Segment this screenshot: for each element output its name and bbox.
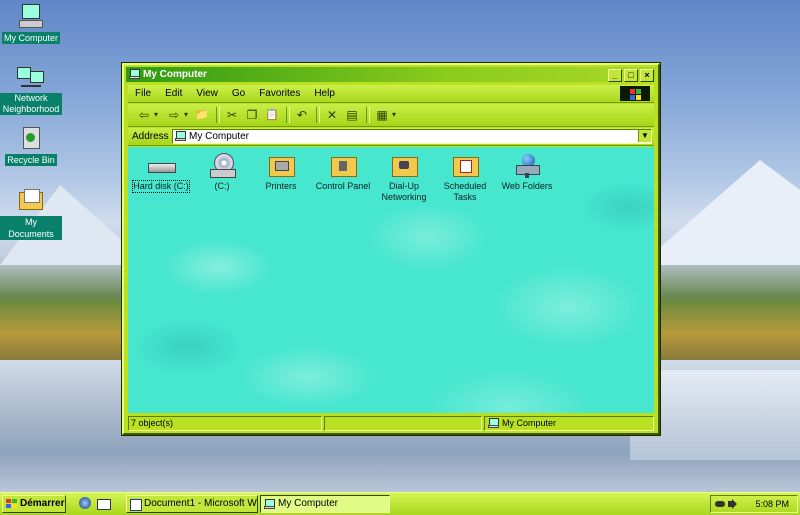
toolbar-separator — [216, 107, 220, 123]
address-dropdown-icon[interactable]: ▼ — [638, 130, 651, 142]
speaker-icon[interactable] — [727, 499, 737, 509]
network-icon — [15, 63, 47, 93]
scheduler-icon[interactable] — [715, 499, 725, 509]
my-computer-window: My Computer _ □ × File Edit View Go Favo… — [122, 63, 660, 435]
status-bar: 7 object(s) My Computer — [128, 415, 654, 431]
toolbar-separator — [316, 107, 320, 123]
item-control-panel[interactable]: Control Panel — [312, 153, 374, 192]
toolbar-separator — [286, 107, 290, 123]
status-panel-empty — [324, 416, 482, 431]
printers-folder-icon — [267, 153, 295, 179]
menu-bar: File Edit View Go Favorites Help — [128, 85, 654, 103]
wallpaper-mountain — [640, 160, 800, 265]
close-button[interactable]: × — [640, 69, 654, 82]
dialup-folder-icon — [390, 153, 418, 179]
desktop-icon-my-computer[interactable]: My Computer — [0, 2, 62, 44]
undo-icon[interactable]: ↶ — [294, 107, 310, 123]
forward-dropdown-icon[interactable]: ▾ — [182, 107, 190, 123]
status-location: My Computer — [484, 416, 654, 431]
maximize-button[interactable]: □ — [624, 69, 638, 82]
hard-disk-icon — [147, 153, 176, 179]
views-icon[interactable]: ▦ — [374, 107, 390, 123]
forward-arrow-icon[interactable]: ⇨ — [166, 107, 182, 123]
up-folder-icon[interactable]: 📁 — [194, 107, 210, 123]
item-scheduled-tasks[interactable]: Scheduled Tasks — [434, 153, 496, 203]
internet-explorer-icon[interactable] — [78, 496, 92, 510]
copy-icon[interactable]: ❐ — [244, 107, 260, 123]
web-folders-icon — [513, 153, 541, 179]
status-object-count: 7 object(s) — [128, 416, 322, 431]
computer-icon — [15, 2, 47, 32]
title-bar[interactable]: My Computer _ □ × — [126, 67, 656, 82]
start-label: Démarrer — [20, 498, 65, 509]
taskbar: Démarrer Document1 - Microsoft W... My C… — [0, 492, 800, 515]
address-bar: Address My Computer ▼ — [128, 128, 654, 146]
scheduled-tasks-folder-icon — [451, 153, 479, 179]
word-document-icon — [130, 499, 142, 511]
item-web-folders[interactable]: Web Folders — [496, 153, 558, 192]
item-printers[interactable]: Printers — [250, 153, 312, 192]
control-panel-folder-icon — [329, 153, 357, 179]
minimize-button[interactable]: _ — [608, 69, 622, 82]
desktop-icon-network-neighborhood[interactable]: Network Neighborhood — [0, 63, 62, 115]
address-label: Address — [132, 131, 169, 142]
folder-content-area[interactable]: Hard disk (C:) (C:) Printers Control Pan… — [128, 147, 654, 413]
desktop-icon-recycle-bin[interactable]: Recycle Bin — [0, 124, 62, 166]
windows-logo-icon — [620, 86, 650, 101]
desktop-icon-my-documents[interactable]: My Documents — [0, 186, 62, 240]
folder-icon — [15, 186, 47, 216]
start-button[interactable]: Démarrer — [2, 495, 66, 513]
menu-edit[interactable]: Edit — [158, 85, 189, 102]
taskbar-button-document1[interactable]: Document1 - Microsoft W... — [126, 495, 258, 513]
standard-toolbar: ⇦ ▾ ⇨ ▾ 📁 ✂ ❐ 📋 ↶ ✕ ▤ ▦ ▾ — [128, 104, 654, 127]
computer-icon — [175, 131, 186, 141]
menu-go[interactable]: Go — [225, 85, 252, 102]
toolbar-separator — [366, 107, 370, 123]
computer-icon — [264, 499, 275, 509]
back-arrow-icon[interactable]: ⇦ — [136, 107, 152, 123]
item-hard-disk[interactable]: Hard disk (C:) — [130, 153, 192, 193]
delete-icon[interactable]: ✕ — [324, 107, 340, 123]
cut-icon[interactable]: ✂ — [224, 107, 240, 123]
item-dialup-networking[interactable]: Dial-Up Networking — [373, 153, 435, 203]
item-cd-drive[interactable]: (C:) — [191, 153, 253, 192]
menu-help[interactable]: Help — [307, 85, 342, 102]
taskbar-button-my-computer[interactable]: My Computer — [260, 495, 390, 513]
back-dropdown-icon[interactable]: ▾ — [152, 107, 160, 123]
window-title: My Computer — [143, 69, 207, 80]
computer-icon — [488, 418, 499, 428]
system-tray: 5:08 PM — [710, 495, 798, 513]
computer-icon — [129, 69, 140, 79]
windows-logo-icon — [6, 499, 18, 509]
outlook-express-icon[interactable] — [96, 496, 111, 510]
menu-favorites[interactable]: Favorites — [252, 85, 307, 102]
address-input[interactable]: My Computer ▼ — [172, 129, 652, 144]
clock[interactable]: 5:08 PM — [755, 496, 789, 512]
menu-view[interactable]: View — [189, 85, 225, 102]
paste-icon[interactable]: 📋 — [264, 107, 280, 123]
recycle-bin-icon — [15, 124, 47, 154]
cd-drive-icon — [208, 153, 236, 179]
menu-file[interactable]: File — [128, 85, 158, 102]
address-value: My Computer — [189, 131, 250, 142]
views-dropdown-icon[interactable]: ▾ — [390, 107, 398, 123]
properties-icon[interactable]: ▤ — [344, 107, 360, 123]
